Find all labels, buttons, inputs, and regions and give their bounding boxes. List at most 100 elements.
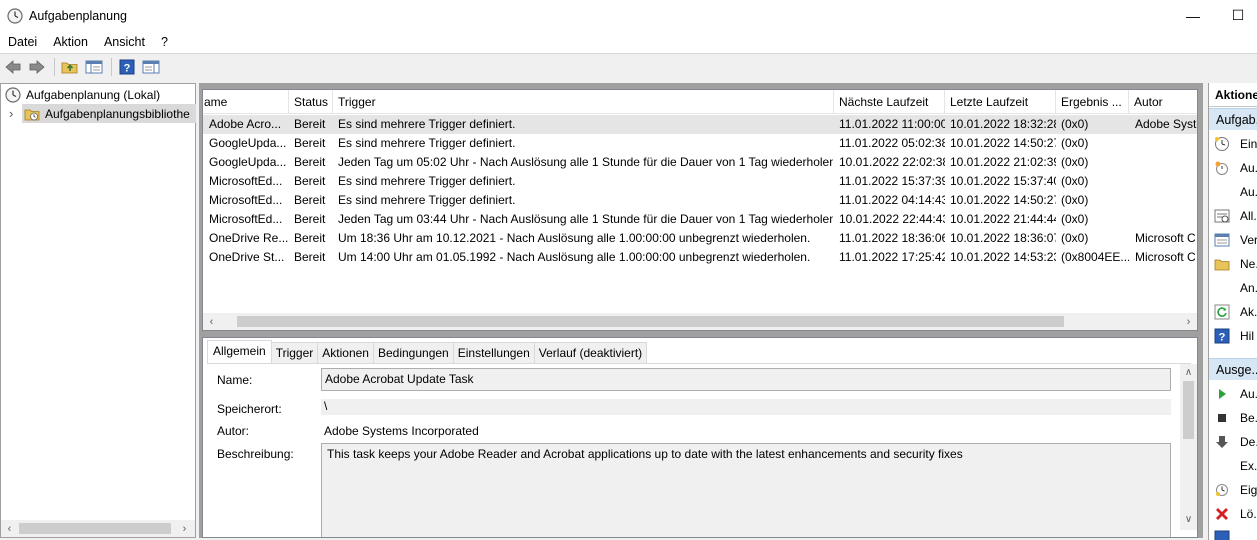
scroll-right-arrow-icon[interactable]: › [1180, 313, 1197, 330]
run-icon [1219, 389, 1226, 399]
action-display-running-tasks[interactable]: All... [1209, 204, 1257, 228]
tab-einstellungen[interactable]: Einstellungen [452, 342, 535, 364]
tab-allgemein[interactable]: Allgemein [207, 340, 272, 364]
tree-item-label: Aufgabenplanungsbibliothe [45, 106, 190, 121]
actions-section-library[interactable]: Aufgab... [1209, 108, 1257, 130]
up-one-level-button[interactable] [59, 56, 81, 78]
action-properties[interactable]: Eig [1209, 478, 1257, 502]
scrollbar-thumb[interactable] [237, 316, 1064, 327]
name-field[interactable]: Adobe Acrobat Update Task [321, 368, 1171, 391]
column-header-status[interactable]: Status [289, 90, 333, 114]
forward-button[interactable] [26, 56, 48, 78]
scrollbar-thumb[interactable] [19, 523, 171, 534]
clock-create-icon [1215, 137, 1229, 151]
task-result-cell: (0x0) [1061, 136, 1089, 150]
details-vertical-scrollbar[interactable]: ∧ ∨ [1180, 364, 1197, 530]
task-author-cell [1135, 153, 1197, 172]
task-result-cell: (0x0) [1061, 212, 1089, 226]
task-last-run-cell: 10.01.2022 15:37:40 [950, 174, 1056, 188]
back-button[interactable] [2, 56, 24, 78]
name-label: Name: [217, 373, 253, 387]
tree-horizontal-scrollbar[interactable]: ‹ › [1, 520, 195, 537]
tab-aktionen[interactable]: Aktionen [317, 342, 374, 364]
task-status-cell: Bereit [294, 250, 326, 264]
task-next-run-cell: 11.01.2022 11:00:00 [839, 117, 945, 131]
task-row[interactable]: MicrosoftEd... Bereit Es sind mehrere Trig… [203, 172, 1197, 191]
column-header-trigger[interactable]: Trigger [333, 90, 834, 114]
task-row[interactable]: GoogleUpda... Bereit Jeden Tag um 05:02 Uh… [203, 153, 1197, 172]
maximize-button[interactable]: ☐ [1215, 0, 1257, 31]
tree-expander-chevron-icon[interactable]: › [9, 104, 13, 123]
forward-arrow-icon [29, 60, 45, 74]
scrollbar-thumb[interactable] [1183, 381, 1194, 439]
scroll-up-arrow-icon[interactable]: ∧ [1180, 364, 1197, 381]
tab-trigger[interactable]: Trigger [270, 342, 319, 364]
menu-aktion[interactable]: Aktion [45, 31, 96, 53]
task-row[interactable]: OneDrive St... Bereit Um 14:00 Uhr am 01.0… [203, 248, 1197, 267]
task-list: ame Status Trigger Nächste Laufzeit Letz… [202, 89, 1198, 331]
menu-ansicht[interactable]: Ansicht [96, 31, 153, 53]
action-new-folder[interactable]: Ne... [1209, 252, 1257, 276]
scroll-down-arrow-icon[interactable]: ∨ [1180, 511, 1197, 528]
action-delete[interactable]: Lö... [1209, 502, 1257, 526]
task-row[interactable]: OneDrive Re... Bereit Um 18:36 Uhr am 10.1… [203, 229, 1197, 248]
task-status-cell: Bereit [294, 212, 326, 226]
action-end[interactable]: Be... [1209, 406, 1257, 430]
action-create-task[interactable]: Au... [1209, 156, 1257, 180]
column-header-name[interactable]: ame [203, 90, 289, 114]
action-help-2[interactable] [1209, 526, 1257, 540]
toolbar: ? [0, 53, 1257, 80]
column-header-next-run[interactable]: Nächste Laufzeit [834, 90, 945, 114]
delete-icon [1216, 508, 1228, 520]
task-author-cell: Microsoft C [1135, 250, 1196, 264]
help-icon [1214, 530, 1230, 540]
task-last-run-cell: 10.01.2022 21:02:39 [950, 155, 1056, 169]
task-next-run-cell: 11.01.2022 05:02:38 [839, 136, 945, 150]
task-row[interactable]: MicrosoftEd... Bereit Es sind mehrere Trig… [203, 191, 1197, 210]
tab-verlauf[interactable]: Verlauf (deaktiviert) [533, 342, 648, 364]
task-scheduler-clock-icon [5, 86, 21, 103]
action-disable[interactable]: De... [1209, 430, 1257, 454]
tree-item-aufgabenplanung-lokal[interactable]: Aufgabenplanung (Lokal) [5, 85, 160, 104]
task-row[interactable]: GoogleUpda... Bereit Es sind mehrere Trigg… [203, 134, 1197, 153]
show-hide-action-pane-button[interactable] [140, 56, 162, 78]
task-last-run-cell: 10.01.2022 14:50:27 [950, 193, 1056, 207]
action-view[interactable]: An... [1209, 276, 1257, 300]
task-result-cell: (0x0) [1061, 155, 1089, 169]
column-header-result[interactable]: Ergebnis ... [1056, 90, 1129, 114]
task-result-cell: (0x8004EE... [1061, 250, 1129, 264]
tab-bedingungen[interactable]: Bedingungen [372, 342, 454, 364]
task-row[interactable]: MicrosoftEd... Bereit Jeden Tag um 03:44 U… [203, 210, 1197, 229]
task-next-run-cell: 10.01.2022 22:44:43 [839, 212, 945, 226]
help-button[interactable]: ? [116, 56, 138, 78]
action-history[interactable]: Ver [1209, 228, 1257, 252]
column-header-last-run[interactable]: Letzte Laufzeit [945, 90, 1056, 114]
action-run[interactable]: Au... [1209, 382, 1257, 406]
actions-section-selected-item[interactable]: Ausge... [1209, 358, 1257, 380]
author-field[interactable]: Adobe Systems Incorporated [321, 424, 1171, 440]
scroll-left-arrow-icon[interactable]: ‹ [203, 313, 220, 330]
menu-help[interactable]: ? [153, 31, 176, 53]
show-hide-console-tree-button[interactable] [83, 56, 105, 78]
column-header-author[interactable]: Autor [1129, 90, 1197, 114]
scroll-left-arrow-icon[interactable]: ‹ [1, 520, 18, 537]
task-status-cell: Bereit [294, 174, 326, 188]
disable-icon [1216, 436, 1228, 448]
toolbar-separator [54, 58, 55, 76]
task-name-cell: Adobe Acro... [209, 117, 282, 131]
scroll-right-arrow-icon[interactable]: › [176, 520, 193, 537]
description-field[interactable]: This task keeps your Adobe Reader and Ac… [321, 443, 1171, 537]
task-last-run-cell: 10.01.2022 18:36:07 [950, 231, 1056, 245]
location-field[interactable]: \ [321, 399, 1171, 415]
toolbar-separator [111, 58, 112, 76]
action-create-basic-task[interactable]: Ein [1209, 132, 1257, 156]
task-list-horizontal-scrollbar[interactable]: ‹ › [203, 313, 1197, 330]
task-row[interactable]: Adobe Acro... Bereit Es sind mehrere Trigg… [203, 115, 1197, 134]
tree-item-aufgabenplanungsbibliothek[interactable]: Aufgabenplanungsbibliothe [22, 104, 196, 123]
action-export[interactable]: Ex... [1209, 454, 1257, 478]
action-help[interactable]: ? Hil [1209, 324, 1257, 348]
action-refresh[interactable]: Ak... [1209, 300, 1257, 324]
minimize-button[interactable]: — [1170, 0, 1216, 31]
action-import-task[interactable]: Au... [1209, 180, 1257, 204]
menu-datei[interactable]: Datei [0, 31, 45, 53]
